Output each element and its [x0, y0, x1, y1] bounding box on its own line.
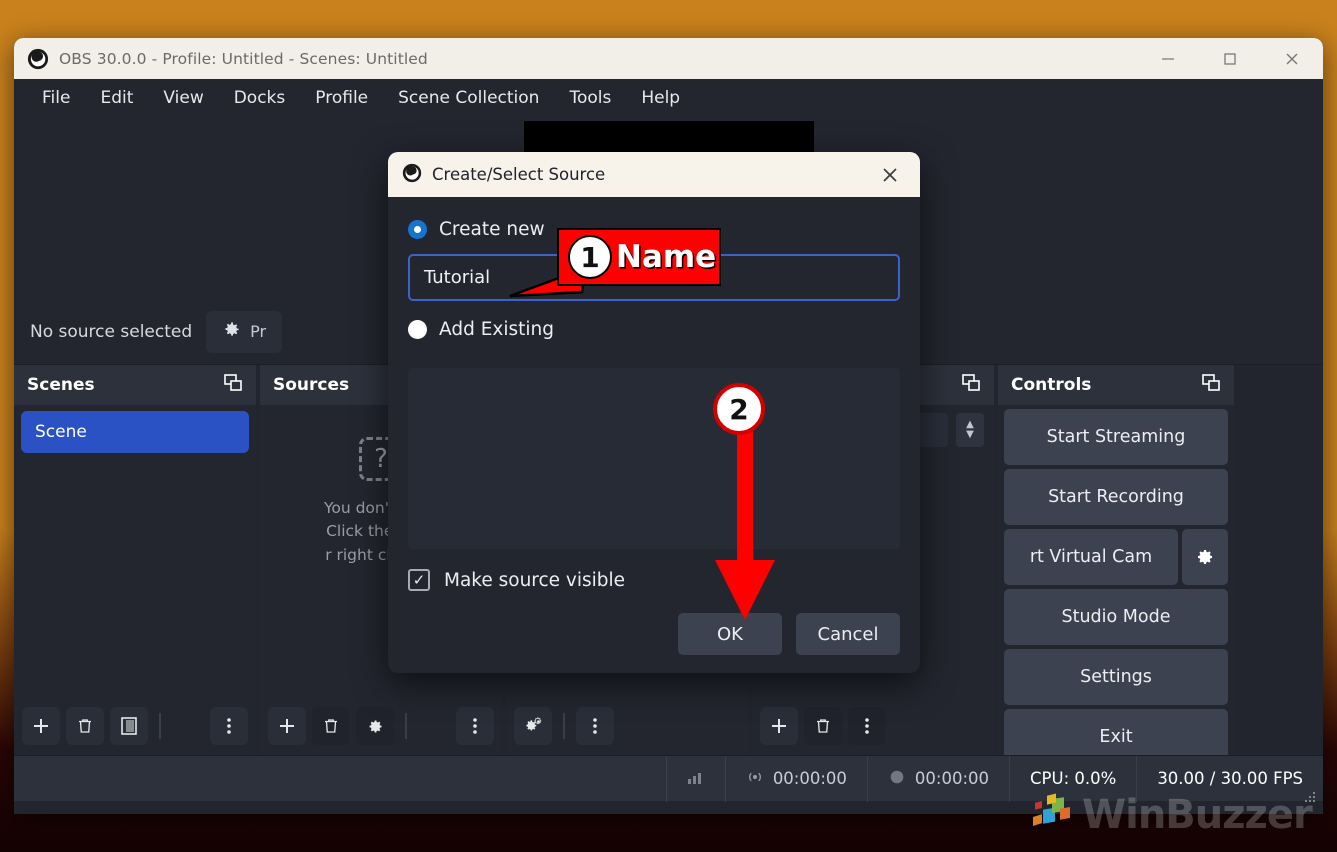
dialog-titlebar: Create/Select Source [388, 152, 920, 197]
cancel-button[interactable]: Cancel [796, 613, 900, 655]
no-source-status: No source selected [30, 321, 193, 342]
make-source-visible-row[interactable]: ✓ Make source visible [408, 569, 900, 591]
dock-controls-header: Controls [998, 365, 1234, 405]
existing-sources-list[interactable] [408, 368, 900, 549]
menu-item-file[interactable]: File [28, 84, 84, 112]
toolbar-separator [405, 713, 407, 739]
resize-grip-icon[interactable] [1303, 789, 1317, 808]
start-recording-button[interactable]: Start Recording [1004, 469, 1228, 525]
dock-scenes-title: Scenes [27, 375, 95, 395]
transition-spinner[interactable]: ▲ ▼ [956, 413, 984, 447]
scene-list-item[interactable]: Scene [21, 411, 249, 453]
add-existing-label: Add Existing [439, 319, 554, 340]
annotation-1-label: Name [616, 239, 717, 275]
source-options-button[interactable] [456, 707, 494, 745]
remove-transition-button[interactable] [804, 707, 842, 745]
annotation-2-badge: 2 [713, 383, 765, 435]
add-source-button[interactable] [268, 707, 306, 745]
dock-scenes-header: Scenes [14, 365, 256, 405]
window-controls [1137, 38, 1323, 79]
menu-item-help[interactable]: Help [627, 84, 694, 112]
dock-sources-title: Sources [273, 375, 350, 395]
dock-controls-body: Start Streaming Start Recording rt Virtu… [998, 405, 1234, 755]
dock-transitions-toolbar [752, 697, 994, 755]
menu-item-profile[interactable]: Profile [301, 84, 382, 112]
window-titlebar: OBS 30.0.0 - Profile: Untitled - Scenes:… [14, 38, 1323, 79]
source-properties-gear-button[interactable] [356, 707, 394, 745]
annotation-2-arrow-icon [715, 420, 775, 620]
signal-bars-icon [687, 769, 705, 789]
toolbar-separator [563, 713, 565, 739]
add-transition-button[interactable] [760, 707, 798, 745]
annotation-1-badge: 1 Name [557, 228, 721, 286]
toolbar-separator [159, 713, 161, 739]
create-new-radio[interactable] [408, 220, 427, 239]
annotation-1-number: 1 [568, 235, 612, 279]
remove-source-button[interactable] [312, 707, 350, 745]
scene-options-button[interactable] [210, 707, 248, 745]
statusbar-stream-time: 00:00:00 [726, 755, 868, 802]
audio-settings-button[interactable] [514, 707, 552, 745]
dock-sources-toolbar [260, 697, 502, 755]
broadcast-icon [746, 768, 764, 790]
maximize-icon[interactable] [1199, 38, 1261, 79]
menu-item-scene-collection[interactable]: Scene Collection [384, 84, 553, 112]
virtual-cam-gear-icon[interactable] [1182, 529, 1228, 585]
source-properties-button[interactable]: Pr [206, 310, 283, 353]
remove-scene-button[interactable] [66, 707, 104, 745]
settings-button[interactable]: Settings [1004, 649, 1228, 705]
add-scene-button[interactable] [22, 707, 60, 745]
menu-item-docks[interactable]: Docks [220, 84, 300, 112]
studio-mode-button[interactable]: Studio Mode [1004, 589, 1228, 645]
mixer-options-button[interactable] [576, 707, 614, 745]
source-properties-label: Pr [250, 322, 267, 341]
float-dock-icon[interactable] [961, 373, 981, 397]
dock-scenes: Scenes Scene [14, 365, 256, 755]
dock-controls-title: Controls [1011, 375, 1092, 395]
statusbar: 00:00:00 00:00:00 CPU: 0.0% 30.00 / 30.0… [14, 755, 1323, 803]
float-dock-icon[interactable] [1201, 373, 1221, 397]
float-dock-icon[interactable] [223, 373, 243, 397]
dialog-title: Create/Select Source [432, 165, 606, 184]
scene-filters-button[interactable] [110, 707, 148, 745]
make-source-visible-checkbox[interactable]: ✓ [408, 569, 430, 591]
create-new-label: Create new [439, 219, 545, 240]
dock-scenes-body[interactable]: Scene [14, 405, 256, 697]
statusbar-fps: 30.00 / 30.00 FPS [1157, 769, 1303, 788]
record-dot-icon [888, 768, 906, 790]
dock-controls: Controls Start Streaming Start Recording… [998, 365, 1234, 755]
dock-scenes-toolbar [14, 697, 256, 755]
statusbar-signal [665, 755, 726, 802]
minimize-icon[interactable] [1137, 38, 1199, 79]
window-title: OBS 30.0.0 - Profile: Untitled - Scenes:… [59, 49, 428, 68]
stream-time-value: 00:00:00 [772, 769, 847, 788]
start-virtual-cam-button[interactable]: rt Virtual Cam [1004, 529, 1178, 585]
obs-logo-icon [402, 163, 422, 187]
close-icon[interactable] [1261, 38, 1323, 79]
exit-button[interactable]: Exit [1004, 709, 1228, 755]
add-existing-radio[interactable] [408, 320, 427, 339]
make-source-visible-label: Make source visible [444, 569, 626, 591]
annotation-2-number: 2 [713, 383, 765, 435]
menu-item-tools[interactable]: Tools [555, 84, 625, 112]
virtual-cam-row: rt Virtual Cam [1004, 529, 1228, 585]
statusbar-record-time: 00:00:00 [868, 755, 1011, 802]
obs-logo-icon [27, 48, 49, 70]
transition-options-button[interactable] [848, 707, 886, 745]
controls-button-list: Start Streaming Start Recording rt Virtu… [998, 405, 1234, 755]
record-time-value: 00:00:00 [914, 769, 990, 788]
menu-item-edit[interactable]: Edit [86, 84, 147, 112]
menubar: File Edit View Docks Profile Scene Colle… [14, 79, 1323, 117]
statusbar-cpu: CPU: 0.0% [1010, 755, 1138, 802]
menu-item-view[interactable]: View [149, 84, 217, 112]
close-icon[interactable] [868, 152, 912, 197]
add-existing-radio-row[interactable]: Add Existing [408, 319, 900, 340]
gear-icon [222, 320, 241, 343]
chevron-down-icon: ▼ [966, 429, 974, 440]
start-streaming-button[interactable]: Start Streaming [1004, 409, 1228, 465]
dialog-buttons: OK Cancel [408, 613, 900, 655]
dock-mixer-toolbar [506, 697, 748, 755]
